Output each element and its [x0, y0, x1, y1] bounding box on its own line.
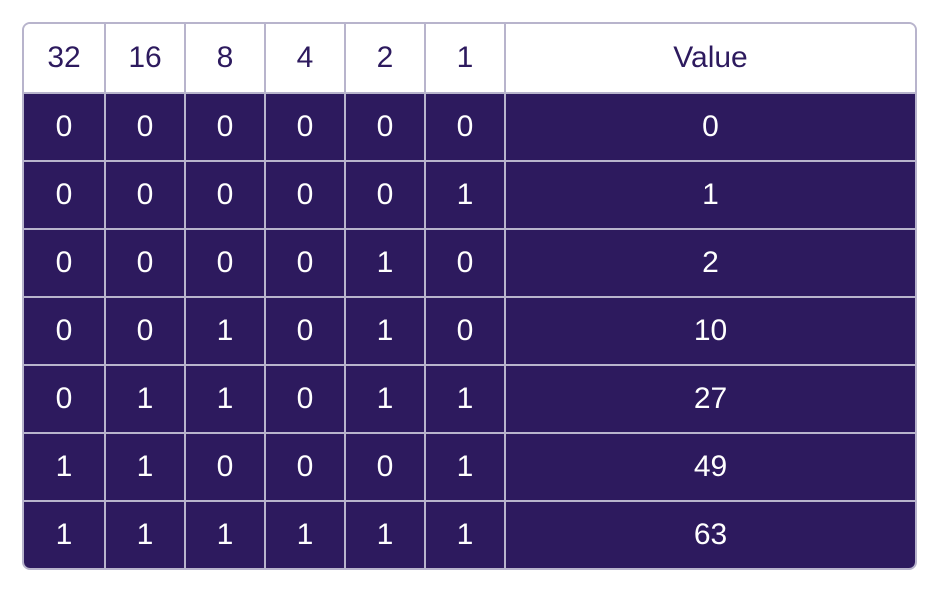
bit-cell: 0 [24, 230, 104, 296]
bit-cell: 1 [184, 298, 264, 364]
bit-cell: 0 [24, 366, 104, 432]
header-col-4: 4 [264, 24, 344, 92]
bit-cell: 1 [424, 502, 504, 568]
bit-cell: 0 [264, 162, 344, 228]
bit-cell: 0 [184, 162, 264, 228]
bit-cell: 0 [264, 366, 344, 432]
header-col-1: 1 [424, 24, 504, 92]
bit-cell: 1 [104, 502, 184, 568]
bit-cell: 1 [184, 366, 264, 432]
bit-cell: 0 [24, 94, 104, 160]
table-row: 0 0 1 0 1 0 10 [24, 296, 915, 364]
table-row: 0 1 1 0 1 1 27 [24, 364, 915, 432]
bit-cell: 0 [264, 94, 344, 160]
table-row: 0 0 0 0 0 0 0 [24, 92, 915, 160]
bit-cell: 1 [344, 230, 424, 296]
value-cell: 2 [504, 230, 915, 296]
bit-cell: 0 [424, 298, 504, 364]
table-row: 1 1 1 1 1 1 63 [24, 500, 915, 568]
bit-cell: 1 [344, 366, 424, 432]
bit-cell: 1 [344, 298, 424, 364]
header-col-32: 32 [24, 24, 104, 92]
value-cell: 1 [504, 162, 915, 228]
header-col-value: Value [504, 24, 915, 92]
bit-cell: 0 [104, 298, 184, 364]
bit-cell: 0 [344, 94, 424, 160]
header-col-2: 2 [344, 24, 424, 92]
bit-cell: 1 [344, 502, 424, 568]
table-row: 0 0 0 0 1 0 2 [24, 228, 915, 296]
bit-cell: 0 [424, 230, 504, 296]
value-cell: 27 [504, 366, 915, 432]
value-cell: 10 [504, 298, 915, 364]
bit-cell: 0 [344, 162, 424, 228]
bit-cell: 1 [424, 162, 504, 228]
bit-cell: 0 [184, 230, 264, 296]
value-cell: 63 [504, 502, 915, 568]
table-header-row: 32 16 8 4 2 1 Value [24, 24, 915, 92]
bit-cell: 0 [104, 162, 184, 228]
bit-cell: 1 [24, 502, 104, 568]
bit-cell: 0 [264, 434, 344, 500]
bit-cell: 1 [424, 434, 504, 500]
value-cell: 0 [504, 94, 915, 160]
table-row: 1 1 0 0 0 1 49 [24, 432, 915, 500]
bit-cell: 0 [104, 94, 184, 160]
binary-value-table: 32 16 8 4 2 1 Value 0 0 0 0 0 0 0 0 0 0 … [22, 22, 917, 570]
bit-cell: 1 [264, 502, 344, 568]
header-col-8: 8 [184, 24, 264, 92]
bit-cell: 1 [424, 366, 504, 432]
bit-cell: 0 [104, 230, 184, 296]
bit-cell: 1 [104, 366, 184, 432]
header-col-16: 16 [104, 24, 184, 92]
bit-cell: 0 [24, 298, 104, 364]
table-row: 0 0 0 0 0 1 1 [24, 160, 915, 228]
bit-cell: 1 [184, 502, 264, 568]
bit-cell: 0 [24, 162, 104, 228]
bit-cell: 0 [424, 94, 504, 160]
bit-cell: 0 [184, 434, 264, 500]
bit-cell: 1 [104, 434, 184, 500]
bit-cell: 0 [264, 298, 344, 364]
bit-cell: 0 [184, 94, 264, 160]
bit-cell: 0 [344, 434, 424, 500]
bit-cell: 0 [264, 230, 344, 296]
value-cell: 49 [504, 434, 915, 500]
bit-cell: 1 [24, 434, 104, 500]
